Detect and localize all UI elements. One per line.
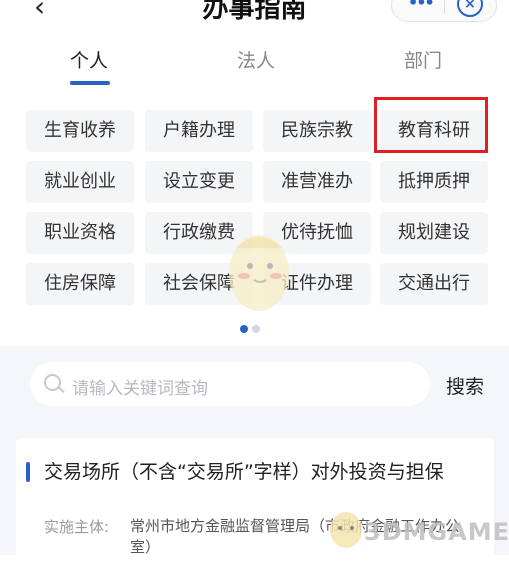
- category-item[interactable]: 规划建设: [380, 212, 488, 254]
- category-item[interactable]: 住房保障: [26, 263, 134, 305]
- page-indicator: [240, 318, 264, 337]
- highlight-box: [374, 97, 488, 153]
- close-circle-icon[interactable]: ×: [457, 0, 483, 17]
- search-button[interactable]: 搜索: [446, 372, 484, 399]
- page-dot-active[interactable]: [240, 325, 248, 333]
- search-input[interactable]: 请输入关键词查询: [30, 362, 430, 406]
- tab-active-indicator: [70, 81, 110, 85]
- page-dot[interactable]: [252, 325, 260, 333]
- tab-legal-entity[interactable]: 法人: [237, 46, 275, 73]
- capsule-divider: [444, 0, 445, 13]
- more-dots-icon[interactable]: •••: [408, 0, 435, 12]
- category-item[interactable]: 交通出行: [380, 263, 488, 305]
- result-accent-bar: [26, 462, 30, 482]
- category-item[interactable]: 民族宗教: [263, 110, 371, 152]
- result-label: 实施主体:: [44, 518, 110, 536]
- tab-department[interactable]: 部门: [404, 46, 442, 73]
- site-logo-watermark-icon: [330, 512, 362, 548]
- category-item[interactable]: 职业资格: [26, 212, 134, 254]
- tab-bar: 个人 法人 部门: [0, 34, 509, 92]
- search-icon: [44, 374, 61, 391]
- top-bar: ‹ 办事指南 ••• ×: [0, 0, 509, 34]
- category-item[interactable]: 生育收养: [26, 110, 134, 152]
- category-item[interactable]: 准营准办: [263, 161, 371, 203]
- mascot-watermark-icon: [229, 235, 289, 311]
- category-item[interactable]: 抵押质押: [380, 161, 488, 203]
- category-item[interactable]: 户籍办理: [145, 110, 253, 152]
- mini-program-capsule: ••• ×: [391, 0, 497, 22]
- result-title[interactable]: 交易场所（不含“交易所”字样）对外投资与担保: [44, 457, 444, 484]
- search-placeholder: 请输入关键词查询: [72, 379, 208, 399]
- tab-personal[interactable]: 个人: [70, 46, 108, 73]
- category-item[interactable]: 设立变更: [145, 161, 253, 203]
- site-watermark: 3DMGAME: [364, 518, 509, 546]
- category-item[interactable]: 就业创业: [26, 161, 134, 203]
